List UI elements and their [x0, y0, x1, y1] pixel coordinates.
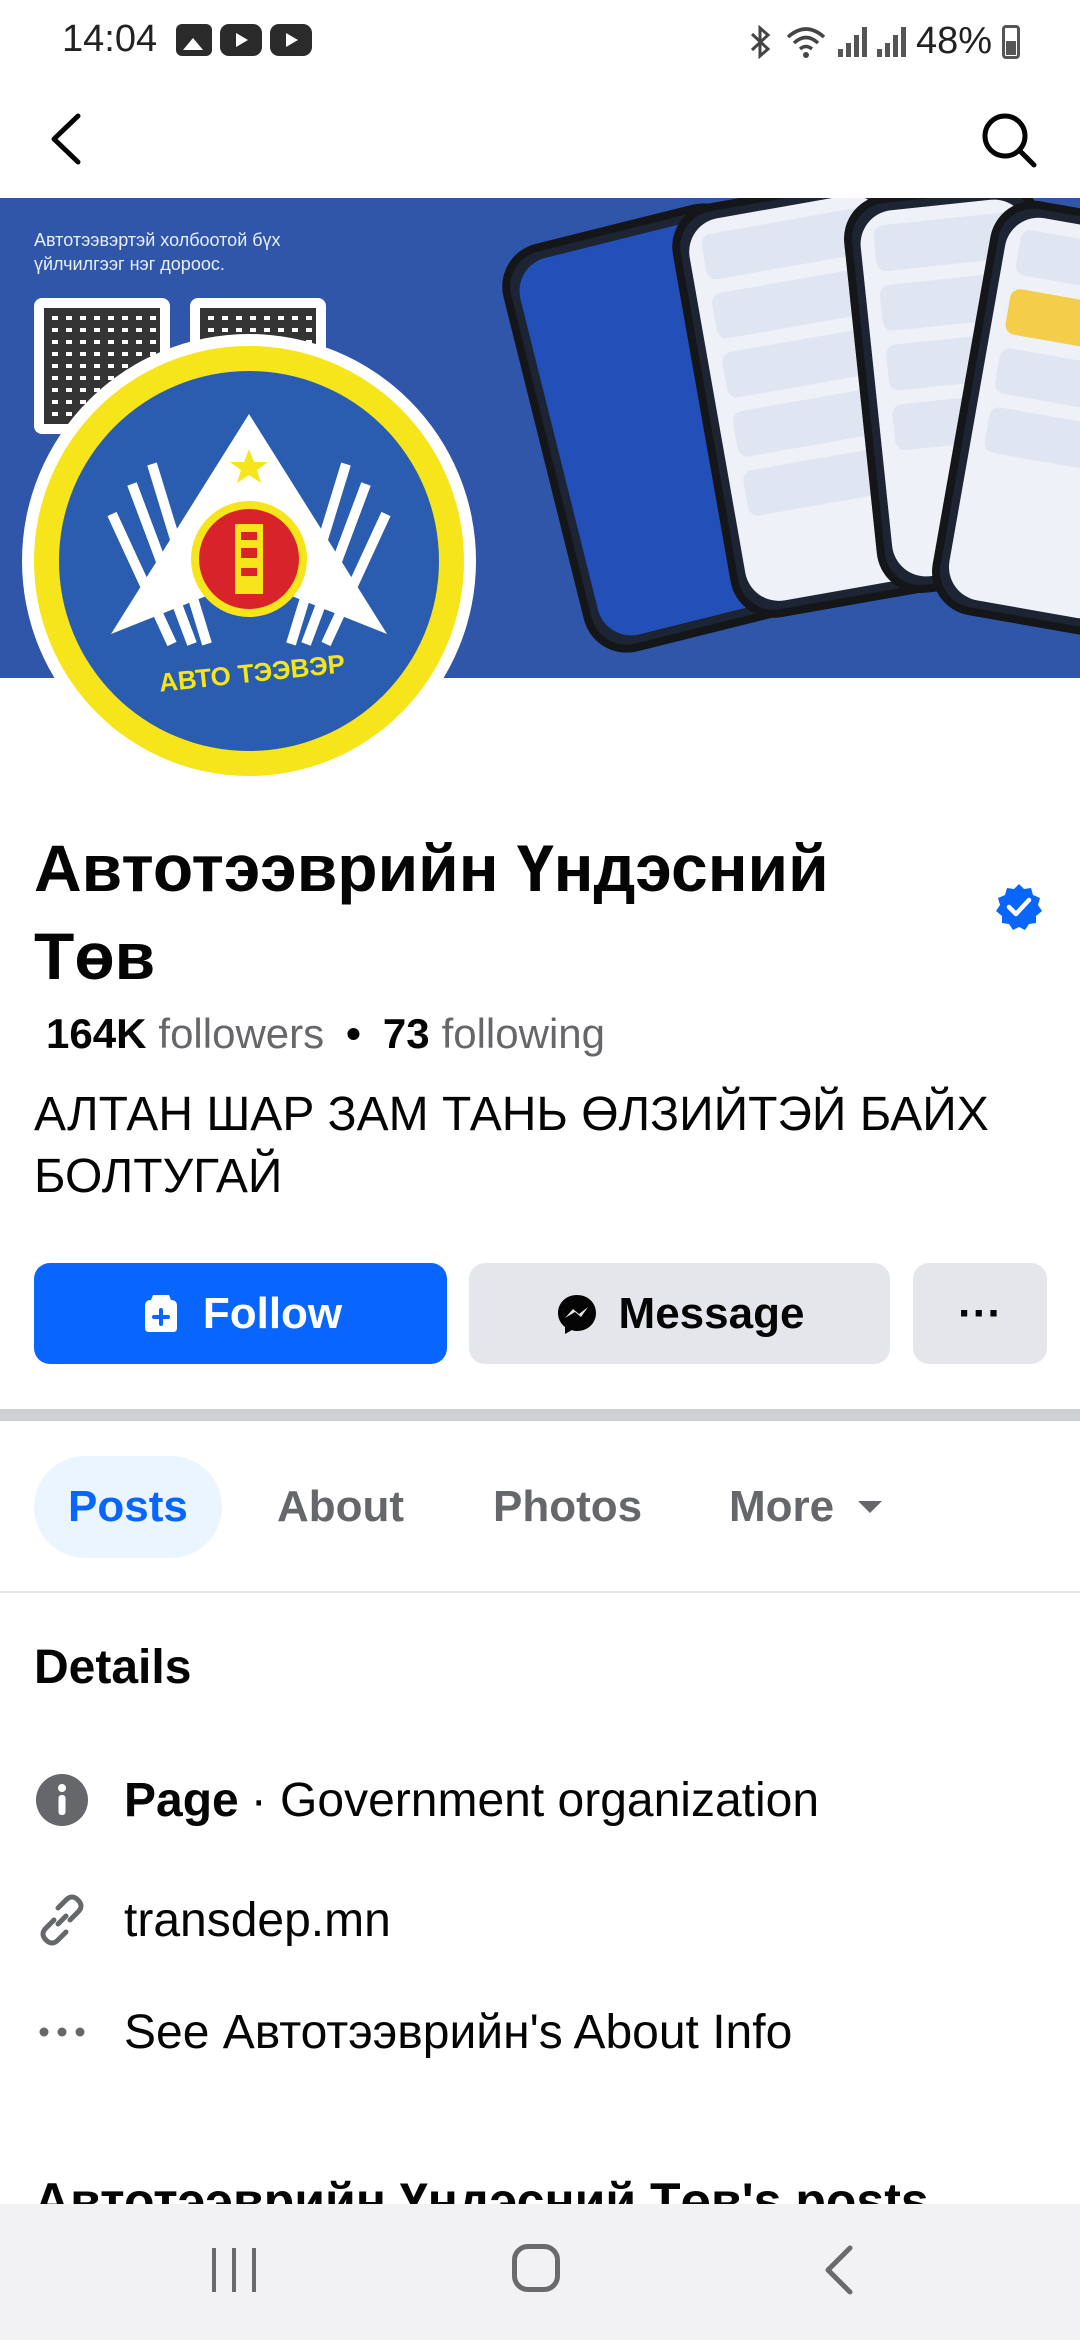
tab-more[interactable]: More: [729, 1456, 884, 1558]
details-heading: Details: [34, 1641, 192, 1694]
back-button[interactable]: [40, 104, 96, 174]
profile-tabs: Posts About Photos More: [0, 1421, 1080, 1593]
detail-website[interactable]: transdep.mn: [34, 1892, 391, 1948]
search-button[interactable]: [976, 104, 1042, 174]
tab-more-label: More: [729, 1482, 835, 1531]
more-horizontal-icon: [34, 2004, 90, 2060]
gallery-notification-icon: [176, 24, 212, 56]
notification-icons: [176, 24, 312, 56]
more-icon: ···: [958, 1288, 1002, 1338]
tab-about[interactable]: About: [277, 1456, 404, 1558]
tab-posts[interactable]: Posts: [34, 1456, 222, 1558]
auto-teever-logo: [34, 346, 464, 776]
link-icon: [34, 1892, 90, 1948]
message-button[interactable]: Message: [469, 1263, 890, 1364]
youtube-notification-icon: [270, 24, 312, 56]
message-label: Message: [618, 1288, 805, 1338]
status-bar: 14:04 48%: [0, 0, 1080, 80]
follow-label: Follow: [202, 1288, 343, 1338]
category-prefix: Page: [124, 1773, 239, 1827]
messenger-icon: [557, 1294, 596, 1334]
detail-about-link[interactable]: See Автотээврийн's About Info: [34, 2004, 792, 2060]
follow-button[interactable]: Follow: [34, 1263, 447, 1364]
status-indicators: 48%: [748, 20, 1020, 63]
caret-down-icon: [858, 1501, 883, 1513]
followers-label[interactable]: followers: [158, 1010, 324, 1058]
separator-dot: •: [346, 1010, 361, 1057]
detail-category: Page · Government organization: [34, 1772, 819, 1828]
recent-apps-button[interactable]: [212, 2248, 256, 2292]
battery-percent: 48%: [915, 20, 992, 62]
wifi-icon: [786, 26, 826, 58]
followers-count[interactable]: 164K: [46, 1010, 146, 1058]
tab-photos[interactable]: Photos: [493, 1456, 642, 1558]
profile-avatar[interactable]: АВТО ТЭЭВЭР: [22, 334, 476, 788]
signal-icon: [837, 26, 867, 57]
following-count[interactable]: 73: [383, 1010, 430, 1058]
follow-page-icon: [144, 1294, 177, 1332]
following-label[interactable]: following: [442, 1010, 605, 1058]
follower-stats: 164K followers • 73 following: [46, 1010, 605, 1058]
page-bio: АЛТАН ШАР ЗАМ ТАНЬ ӨЛЗИЙТЭЙ БАЙХ БОЛТУГА…: [34, 1088, 989, 1203]
home-button[interactable]: [512, 2244, 560, 2292]
section-divider: [0, 1409, 1080, 1421]
more-options-button[interactable]: ···: [913, 1263, 1047, 1364]
about-info-link[interactable]: See Автотээврийн's About Info: [124, 2005, 792, 2060]
signal-icon: [876, 26, 906, 57]
tab-about-label: About: [277, 1482, 405, 1531]
youtube-notification-icon: [220, 24, 262, 56]
page-title: Автотээврийн Үндэсний Төв: [34, 831, 829, 993]
info-icon: [34, 1772, 90, 1828]
chevron-left-icon: [51, 113, 81, 165]
tab-posts-label: Posts: [68, 1482, 188, 1531]
top-navigation: [0, 80, 1080, 198]
tabs-divider: [0, 1591, 1080, 1593]
category-text: · Government organization: [250, 1773, 820, 1827]
cover-tagline: Автотээвэртэй холбоотой бүх үйлчилгээг н…: [34, 230, 281, 274]
system-back-button[interactable]: [820, 2242, 860, 2298]
search-icon: [982, 113, 1037, 168]
tab-photos-label: Photos: [493, 1482, 643, 1531]
website-link[interactable]: transdep.mn: [124, 1893, 391, 1948]
verified-badge-icon: [996, 884, 1042, 930]
bluetooth-icon: [750, 24, 771, 59]
battery-icon: [1002, 24, 1020, 59]
status-time: 14:04: [62, 18, 158, 60]
system-navigation-bar: [0, 2204, 1080, 2340]
